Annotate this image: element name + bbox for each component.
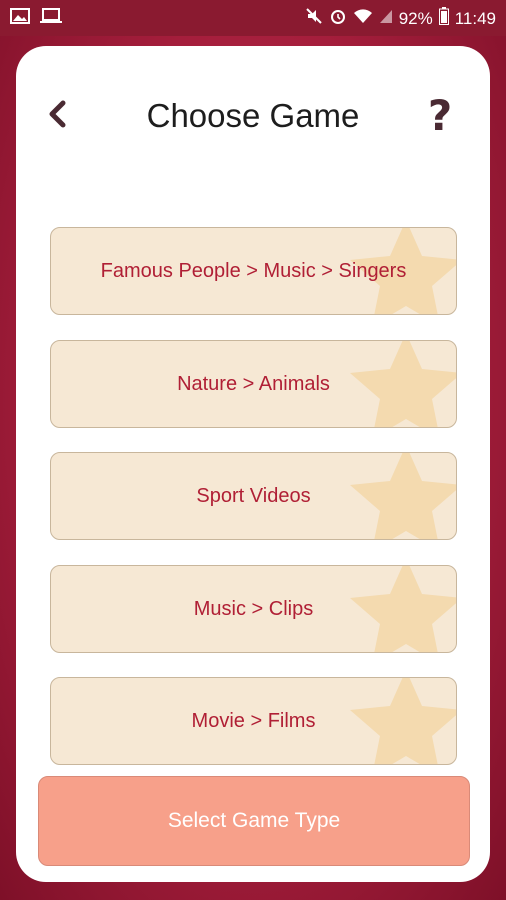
laptop-icon <box>40 8 62 29</box>
game-item-label: Nature > Animals <box>177 372 330 395</box>
star-icon <box>346 566 456 652</box>
battery-percent: 92% <box>398 8 433 28</box>
game-item-label: Music > Clips <box>193 597 314 620</box>
game-item-famous-people[interactable]: Famous People > Music > Singers <box>50 227 457 315</box>
battery-icon <box>438 7 449 30</box>
mute-icon <box>305 7 323 30</box>
game-item-sport-videos[interactable]: Sport Videos <box>50 452 457 540</box>
star-icon <box>346 453 456 539</box>
star-icon <box>346 678 456 764</box>
game-item-nature-animals[interactable]: Nature > Animals <box>50 340 457 428</box>
page-title: Choose Game <box>146 97 360 134</box>
game-item-label: Sport Videos <box>196 484 311 507</box>
back-button[interactable] <box>40 96 76 136</box>
star-icon <box>346 341 456 427</box>
status-bar: 92% 11:49 <box>0 0 506 36</box>
game-item-label: Famous People > Music > Singers <box>100 259 407 282</box>
game-item-label: Movie > Films <box>191 709 316 732</box>
select-game-type-button[interactable]: Select Game Type <box>38 776 470 866</box>
game-item-movie-films[interactable]: Movie > Films <box>50 677 457 765</box>
alarm-icon <box>329 7 347 30</box>
wifi-icon <box>353 8 373 29</box>
image-icon <box>10 8 30 29</box>
chevron-left-icon <box>46 99 70 134</box>
signal-icon <box>379 8 393 29</box>
game-item-music-clips[interactable]: Music > Clips <box>50 565 457 653</box>
clock: 11:49 <box>454 8 496 28</box>
help-button[interactable]: ? <box>420 91 460 140</box>
